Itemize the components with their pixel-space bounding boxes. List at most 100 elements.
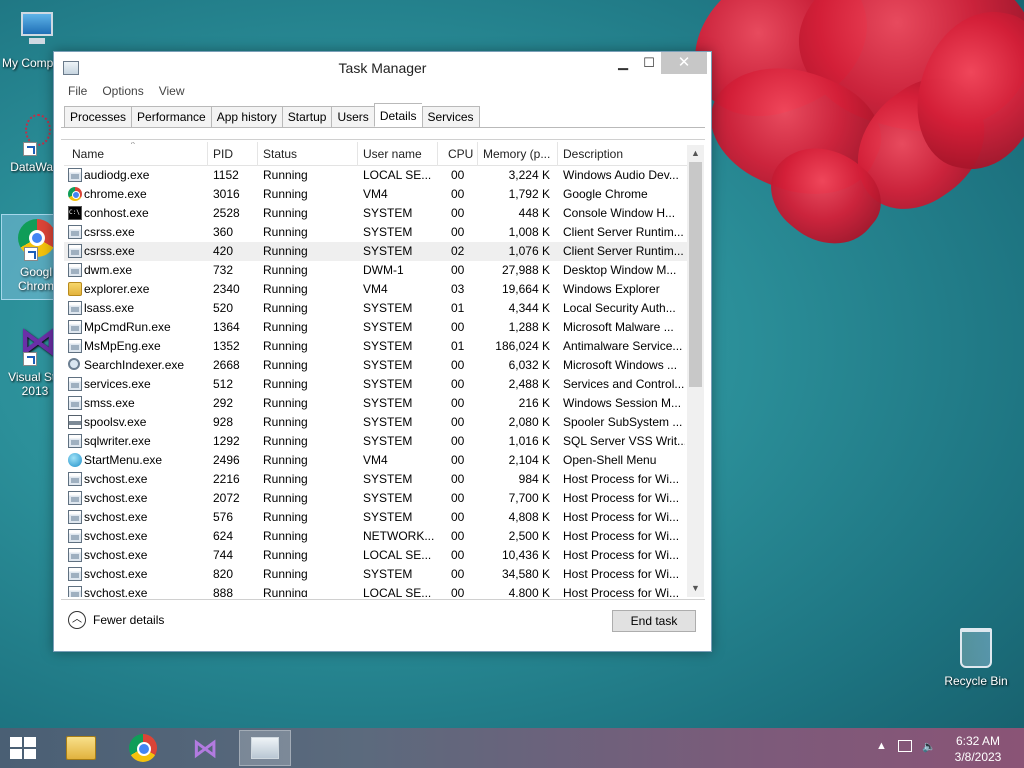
cell-description: SQL Server VSS Writ...	[563, 434, 685, 448]
table-row[interactable]: csrss.exe 420 Running SYSTEM 02 1,076 K Client…	[64, 242, 688, 261]
table-row[interactable]: svchost.exe 576 Running SYSTEM 00 4,808 K Host…	[64, 508, 688, 527]
process-icon	[68, 225, 82, 239]
table-row[interactable]: audiodg.exe 1152 Running LOCAL SE... 00 3,224…	[64, 166, 688, 185]
close-button[interactable]: ✕	[661, 52, 707, 74]
title-bar[interactable]: Task Manager ▁ ☐ ✕	[54, 52, 711, 82]
table-row[interactable]: chrome.exe 3016 Running VM4 00 1,792 K Google …	[64, 185, 688, 204]
cell-name: chrome.exe	[84, 187, 147, 201]
table-row[interactable]: csrss.exe 360 Running SYSTEM 00 1,008 K Client…	[64, 223, 688, 242]
printer-icon	[68, 415, 82, 429]
table-row[interactable]: svchost.exe 888 Running LOCAL SE... 00 4,800 …	[64, 584, 688, 597]
shortcut-arrow-icon	[23, 142, 37, 156]
cell-name: explorer.exe	[84, 282, 150, 296]
column-separator[interactable]	[357, 142, 358, 166]
table-row[interactable]: svchost.exe 820 Running SYSTEM 00 34,580 K Hos…	[64, 565, 688, 584]
table-row[interactable]: svchost.exe 2072 Running SYSTEM 00 7,700 K Hos…	[64, 489, 688, 508]
cell-name: MsMpEng.exe	[84, 339, 161, 353]
desktop-icon-recycle-bin[interactable]: Recycle Bin	[940, 628, 1012, 688]
cell-name: svchost.exe	[84, 548, 148, 562]
cell-status: Running	[263, 586, 308, 597]
column-header-description[interactable]: Description	[563, 147, 623, 161]
table-row[interactable]: lsass.exe 520 Running SYSTEM 01 4,344 K Local …	[64, 299, 688, 318]
vertical-scrollbar[interactable]: ▲ ▼	[687, 145, 704, 597]
table-row[interactable]: smss.exe 292 Running SYSTEM 00 216 K Windows S…	[64, 394, 688, 413]
column-header-cpu[interactable]: CPU	[448, 147, 473, 161]
cell-description: Host Process for Wi...	[563, 472, 680, 486]
task-manager-icon	[251, 737, 279, 759]
table-row[interactable]: svchost.exe 744 Running LOCAL SE... 00 10,436…	[64, 546, 688, 565]
table-row[interactable]: MpCmdRun.exe 1364 Running SYSTEM 00 1,288 K Mi…	[64, 318, 688, 337]
column-separator[interactable]	[207, 142, 208, 166]
maximize-button[interactable]: ☐	[635, 52, 663, 74]
table-header: ^ Name PID Status User name CPU Memory (…	[64, 142, 688, 166]
taskbar-clock[interactable]: 6:32 AM 3/8/2023	[948, 733, 1008, 765]
visual-studio-icon: ⋈	[13, 322, 57, 366]
table-row[interactable]: services.exe 512 Running SYSTEM 00 2,488 K Ser…	[64, 375, 688, 394]
column-header-memory[interactable]: Memory (p...	[483, 147, 550, 161]
column-header-name[interactable]: Name	[72, 147, 104, 161]
start-button[interactable]	[10, 737, 38, 759]
process-icon	[68, 548, 82, 562]
footer-divider	[61, 599, 705, 600]
cell-user-name: SYSTEM	[363, 567, 413, 581]
taskbar-file-explorer[interactable]	[55, 730, 107, 766]
menu-options[interactable]: Options	[101, 84, 144, 102]
volume-icon[interactable]: 🔈	[922, 740, 936, 753]
search-icon	[68, 358, 80, 370]
taskbar-visual-studio[interactable]: ⋈	[179, 730, 231, 766]
taskbar: ⋈ ▲ 🔈 6:32 AM 3/8/2023	[0, 728, 1024, 768]
cell-pid: 1292	[213, 434, 240, 448]
cell-user-name: SYSTEM	[363, 225, 413, 239]
column-separator[interactable]	[437, 142, 438, 166]
taskbar-chrome[interactable]	[117, 730, 169, 766]
table-row[interactable]: MsMpEng.exe 1352 Running SYSTEM 01 186,024 K A…	[64, 337, 688, 356]
cell-status: Running	[263, 320, 308, 334]
column-header-pid[interactable]: PID	[213, 147, 233, 161]
cell-name: sqlwriter.exe	[84, 434, 151, 448]
table-row[interactable]: svchost.exe 624 Running NETWORK... 00 2,500 K…	[64, 527, 688, 546]
scrollbar-thumb[interactable]	[689, 162, 702, 387]
end-task-button[interactable]: End task	[612, 610, 696, 632]
tab-startup[interactable]: Startup	[281, 106, 332, 128]
tab-services[interactable]: Services	[421, 106, 480, 128]
table-row[interactable]: svchost.exe 2216 Running SYSTEM 00 984 K Host …	[64, 470, 688, 489]
column-separator[interactable]	[557, 142, 558, 166]
network-icon[interactable]	[898, 740, 912, 752]
table-row[interactable]: StartMenu.exe 2496 Running VM4 00 2,104 K Open…	[64, 451, 688, 470]
tab-performance[interactable]: Performance	[131, 106, 211, 128]
cell-description: Open-Shell Menu	[563, 453, 657, 467]
task-manager-window[interactable]: Task Manager ▁ ☐ ✕ File Options View Pro…	[53, 51, 712, 652]
table-row[interactable]: spoolsv.exe 928 Running SYSTEM 00 2,080 K Spoo…	[64, 413, 688, 432]
fewer-details-toggle[interactable]: ︿ Fewer details	[68, 611, 164, 629]
column-header-user-name[interactable]: User name	[363, 147, 422, 161]
tab-users[interactable]: Users	[331, 106, 374, 128]
table-row[interactable]: SearchIndexer.exe 2668 Running SYSTEM 00 6,03…	[64, 356, 688, 375]
scroll-up-arrow-icon[interactable]: ▲	[687, 145, 704, 162]
column-separator[interactable]	[477, 142, 478, 166]
cell-memory: 186,024 K	[495, 339, 550, 353]
cell-name: audiodg.exe	[84, 168, 150, 182]
cell-memory: 4,800 K	[508, 586, 550, 597]
show-hidden-icons-chevron-icon[interactable]: ▲	[876, 740, 887, 752]
cell-user-name: SYSTEM	[363, 358, 413, 372]
table-row[interactable]: dwm.exe 732 Running DWM-1 00 27,988 K Desktop …	[64, 261, 688, 280]
tab-processes[interactable]: Processes	[64, 106, 132, 128]
tab-app-history[interactable]: App history	[210, 106, 282, 128]
cell-description: Client Server Runtim...	[563, 244, 684, 258]
table-row[interactable]: sqlwriter.exe 1292 Running SYSTEM 00 1,016 K S…	[64, 432, 688, 451]
table-row[interactable]: explorer.exe 2340 Running VM4 03 19,664 K Wind…	[64, 280, 688, 299]
cell-memory: 10,436 K	[501, 548, 550, 562]
scroll-down-arrow-icon[interactable]: ▼	[687, 580, 704, 597]
menu-file[interactable]: File	[67, 84, 88, 102]
cell-user-name: SYSTEM	[363, 320, 413, 334]
cell-cpu: 00	[451, 206, 465, 220]
table-row[interactable]: C:\ conhost.exe 2528 Running SYSTEM 00 448 K Co…	[64, 204, 688, 223]
cell-status: Running	[263, 263, 308, 277]
column-header-status[interactable]: Status	[263, 147, 297, 161]
column-separator[interactable]	[257, 142, 258, 166]
minimize-button[interactable]: ▁	[609, 52, 637, 74]
taskbar-task-manager[interactable]	[239, 730, 291, 766]
tab-details[interactable]: Details	[373, 103, 422, 127]
datawag-icon	[13, 112, 57, 156]
menu-view[interactable]: View	[158, 84, 186, 102]
